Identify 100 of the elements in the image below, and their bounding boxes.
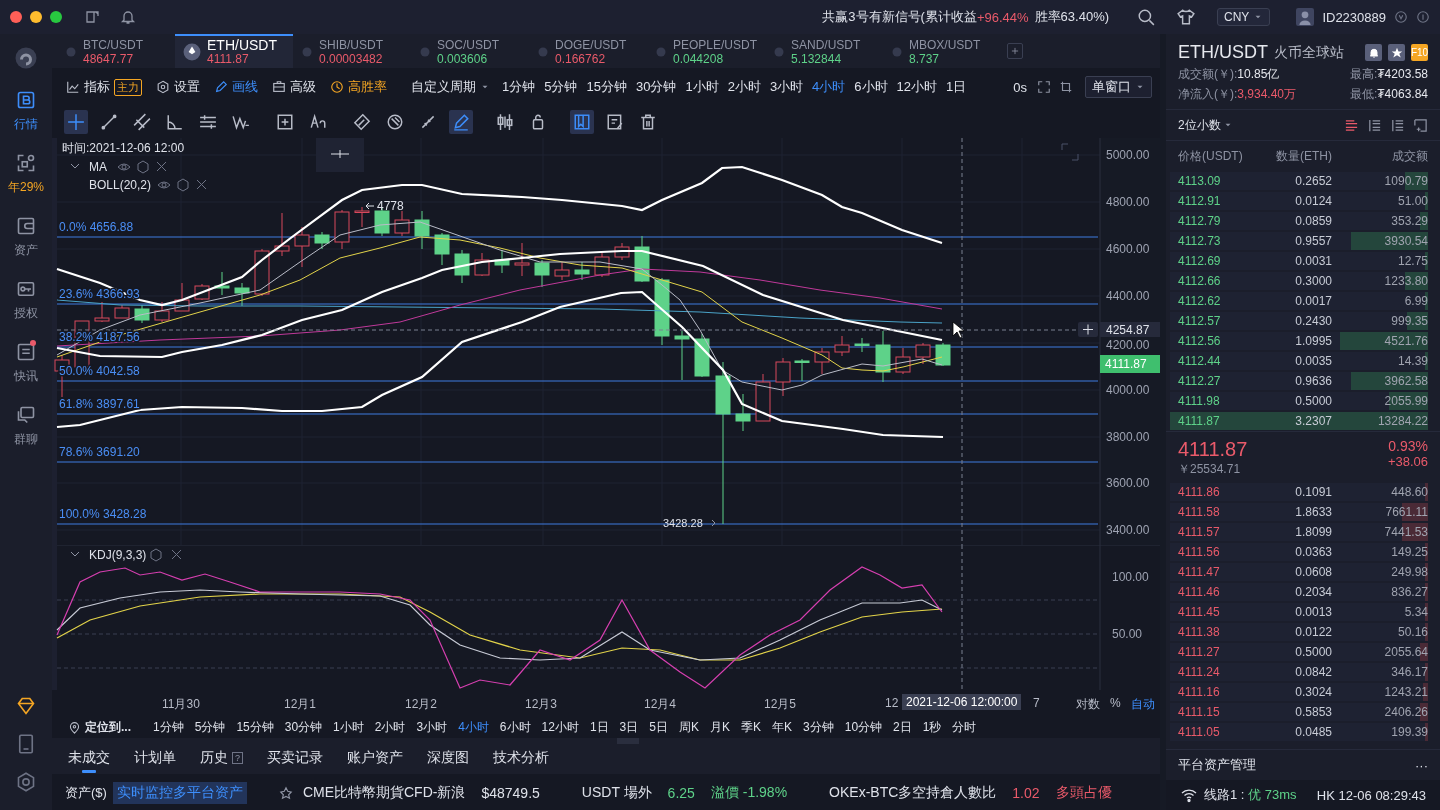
symbol-tab[interactable]: PEOPLE/USDT 0.044208 <box>647 34 765 68</box>
book-buy-icon[interactable] <box>1367 117 1382 133</box>
symbol-tab[interactable]: SHIB/USDT 0.00003482 <box>293 34 411 68</box>
sidebar-item[interactable]: 行情 <box>0 90 52 133</box>
panel-edge-handle[interactable] <box>52 138 57 545</box>
period-option[interactable]: 周K <box>678 718 699 736</box>
book-both-icon[interactable] <box>1344 117 1359 133</box>
period-option[interactable]: 5分钟 <box>194 718 226 736</box>
period-option[interactable]: 4小时 <box>458 718 489 736</box>
bottom-tab[interactable]: 账户资产 <box>347 745 403 773</box>
close-icon[interactable] <box>156 161 167 172</box>
app-logo-icon[interactable] <box>14 46 38 70</box>
bottom-tab[interactable]: 深度图 <box>427 745 469 773</box>
period-option[interactable]: 1小时 <box>685 78 719 96</box>
auto-scale-button[interactable]: 自动 <box>1131 696 1155 713</box>
period-option[interactable]: 15分钟 <box>236 718 274 736</box>
period-option[interactable]: 月K <box>710 718 730 736</box>
symbol-tab[interactable]: SAND/USDT 5.132844 <box>765 34 883 68</box>
period-option[interactable]: 30分钟 <box>284 718 323 736</box>
period-option[interactable]: 1小时 <box>333 718 364 736</box>
period-option[interactable]: 6小时 <box>499 718 531 736</box>
period-option[interactable]: 3分钟 <box>803 718 834 736</box>
search-icon[interactable] <box>1137 8 1156 26</box>
symbol-tab[interactable]: DOGE/USDT 0.166762 <box>529 34 647 68</box>
settings-icon[interactable] <box>177 178 189 192</box>
bottom-tab[interactable]: 历史 ? <box>200 745 243 773</box>
period-option[interactable]: 2小时 <box>727 78 761 96</box>
indicator-button[interactable]: 指标 <box>66 78 110 96</box>
settings-icon[interactable] <box>137 160 149 174</box>
symbol-tab[interactable]: BTC/USDT 48647.77 <box>57 34 175 68</box>
pen-tool[interactable] <box>449 110 473 134</box>
window-icon[interactable] <box>84 9 100 25</box>
more-button[interactable]: ··· <box>1415 757 1428 773</box>
chevron-icon[interactable] <box>70 551 80 557</box>
period-option[interactable]: 6小时 <box>854 78 888 96</box>
tablet-icon[interactable] <box>16 734 36 754</box>
bookmark-tool[interactable] <box>570 110 594 134</box>
sidebar-item[interactable]: 群聊 <box>0 405 52 448</box>
period-option[interactable]: 15分钟 <box>586 78 627 96</box>
alert-button[interactable] <box>1365 44 1382 61</box>
pin-icon[interactable] <box>278 786 293 800</box>
bottom-tab[interactable]: 计划单 <box>134 745 176 773</box>
fullscreen-icon[interactable] <box>1037 80 1051 94</box>
period-option[interactable]: 1日 <box>589 718 609 736</box>
period-option[interactable]: 10分钟 <box>844 718 883 736</box>
locate-button[interactable]: 定位到... <box>68 718 131 736</box>
settings-icon[interactable] <box>150 548 162 562</box>
bottom-tab[interactable]: 技术分析 <box>493 745 549 773</box>
period-option[interactable]: 3日 <box>619 718 639 736</box>
draw-button[interactable]: 画线 <box>214 78 258 96</box>
window-mode-dropdown[interactable]: 单窗口 <box>1085 76 1152 98</box>
book-sell-icon[interactable] <box>1390 117 1405 133</box>
minimize-button[interactable] <box>30 11 42 23</box>
period-option[interactable]: 4小时 <box>812 78 846 96</box>
period-option[interactable]: 12小时 <box>541 718 579 736</box>
close-icon[interactable] <box>171 549 182 560</box>
maximize-button[interactable] <box>50 11 62 23</box>
plus-icon[interactable] <box>1082 324 1094 335</box>
currency-dropdown[interactable]: CNY <box>1217 8 1271 26</box>
sidebar-item[interactable]: 年29% <box>0 153 52 196</box>
sidebar-item[interactable]: 快讯 <box>0 342 52 385</box>
percent-scale-button[interactable]: % <box>1110 696 1121 710</box>
period-option[interactable]: 3小时 <box>416 718 448 736</box>
period-option[interactable]: 季K <box>741 718 761 736</box>
period-option[interactable]: 年K <box>772 718 793 736</box>
collapse-handle[interactable] <box>617 738 639 744</box>
eye-icon[interactable] <box>157 181 171 189</box>
close-button[interactable] <box>10 11 22 23</box>
screenshot-icon[interactable] <box>1059 80 1073 94</box>
period-option[interactable]: 1分钟 <box>502 78 536 96</box>
symbol-tab[interactable]: MBOX/USDT 8.737 <box>883 34 1001 68</box>
period-option[interactable]: 2小时 <box>374 718 406 736</box>
symbol-tab[interactable]: ETH/USDT 4111.87 <box>175 34 293 68</box>
period-option[interactable]: 12小时 <box>896 78 938 96</box>
diamond-icon[interactable] <box>16 696 36 716</box>
bottom-tab[interactable]: 未成交 <box>68 745 110 773</box>
user-id[interactable]: ID2230889 <box>1322 9 1386 25</box>
period-option[interactable]: 1秒 <box>922 718 942 736</box>
add-alert-button[interactable] <box>1078 322 1098 337</box>
settings-icon[interactable] <box>16 772 36 792</box>
panel-edge-handle[interactable] <box>52 545 57 690</box>
period-option[interactable]: 5日 <box>649 718 668 736</box>
period-option[interactable]: 5分钟 <box>544 78 578 96</box>
advanced-button[interactable]: 高级 <box>272 78 316 96</box>
precision-dropdown[interactable]: 2位小数 <box>1178 116 1233 134</box>
win-rate-button[interactable]: 高胜率 <box>330 78 387 96</box>
bell-icon[interactable] <box>120 9 136 25</box>
period-option[interactable]: 1日 <box>946 78 967 96</box>
bottom-tab[interactable]: 买卖记录 <box>267 745 323 773</box>
chevron-icon[interactable] <box>70 163 80 169</box>
custom-period-dropdown[interactable]: 自定义周期 <box>411 78 490 96</box>
asset-monitor-link[interactable]: 实时监控多平台资产 <box>112 782 247 804</box>
period-option[interactable]: 1分钟 <box>153 718 184 736</box>
log-scale-button[interactable]: 对数 <box>1076 696 1100 713</box>
settings-button[interactable]: 设置 <box>156 78 200 96</box>
popout-icon[interactable] <box>1413 117 1428 133</box>
period-option[interactable]: 30分钟 <box>635 78 677 96</box>
period-option[interactable]: 2日 <box>893 718 912 736</box>
favorite-button[interactable] <box>1388 44 1405 61</box>
period-option[interactable]: 分时 <box>952 718 977 736</box>
